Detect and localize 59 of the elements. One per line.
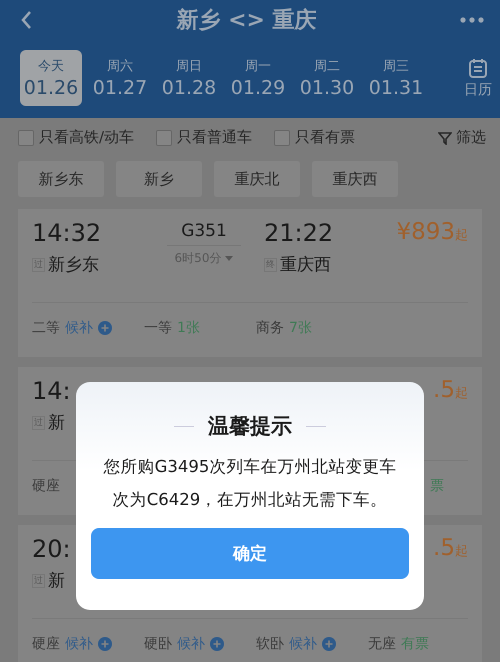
date-tab[interactable]: 今天 01.26 (20, 50, 82, 106)
date-tab[interactable]: 周六 01.27 (89, 50, 151, 106)
confirm-button[interactable]: 确定 (91, 528, 409, 579)
departure-station: 新乡东 (48, 254, 99, 276)
plus-icon[interactable] (98, 321, 112, 335)
station-chip[interactable]: 新乡 (116, 161, 202, 197)
checkbox[interactable] (18, 130, 34, 146)
funnel-icon (438, 130, 452, 144)
filter-button[interactable]: 筛选 (438, 128, 486, 147)
waitlist-link[interactable]: 候补 (65, 635, 93, 653)
price: .5起 (433, 377, 468, 403)
checkbox-label: 只看普通车 (177, 128, 252, 147)
price: ¥893起 (396, 219, 468, 245)
station-chip[interactable]: 重庆西 (312, 161, 398, 197)
dialog-message: 您所购G3495次列车在万州北站变更车次为C6429，在万州北站无需下车。 (102, 456, 398, 511)
caret-icon[interactable] (225, 256, 234, 261)
calendar-button[interactable]: 日历 (464, 58, 492, 98)
waitlist-link[interactable]: 候补 (177, 635, 205, 653)
departure-station: 新 (48, 412, 65, 434)
checkbox[interactable] (274, 130, 290, 146)
date-tab[interactable]: 周三 01.31 (365, 50, 427, 106)
seat-class: 无座 (368, 635, 396, 653)
seat-class: 软卧 (256, 635, 284, 653)
plus-icon[interactable] (322, 637, 336, 651)
date-tab[interactable]: 周日 01.28 (158, 50, 220, 106)
train-number: G351 (167, 219, 241, 246)
departure-time: 14: (32, 377, 72, 405)
departure-station: 新 (48, 570, 65, 592)
ticket-count: 7张 (289, 319, 312, 337)
date-tab[interactable]: 周一 01.29 (227, 50, 289, 106)
date-tab[interactable]: 周二 01.30 (296, 50, 358, 106)
checkbox-label: 只看有票 (295, 128, 356, 147)
checkbox-label: 只看高铁/动车 (39, 128, 134, 147)
departure-time: 14:32 (32, 219, 102, 247)
station-chip[interactable]: 重庆北 (214, 161, 300, 197)
checkbox[interactable] (156, 130, 172, 146)
arrival-time: 21:22 (264, 219, 334, 247)
ticket-count: 票 (430, 477, 444, 495)
page-title: 新乡 <> 重庆 (175, 7, 318, 35)
back-icon[interactable] (20, 10, 33, 30)
calendar-icon (468, 58, 488, 78)
ticket-count: 1张 (177, 319, 200, 337)
more-icon[interactable] (460, 16, 484, 24)
station-chip[interactable]: 新乡东 (18, 161, 104, 197)
departure-time: 20: (32, 535, 72, 563)
plus-icon[interactable] (210, 637, 224, 651)
seat-class: 商务 (256, 319, 284, 337)
seat-class: 硬座 (32, 477, 60, 495)
waitlist-link[interactable]: 候补 (65, 319, 93, 337)
plus-icon[interactable] (98, 637, 112, 651)
arrival-station: 重庆西 (280, 254, 331, 276)
ticket-count: 有票 (401, 635, 429, 653)
seat-class: 二等 (32, 319, 60, 337)
price: .5起 (433, 535, 468, 561)
dialog-title: 温馨提示 (208, 413, 292, 440)
seat-class: 硬座 (32, 635, 60, 653)
seat-class: 一等 (144, 319, 172, 337)
waitlist-link[interactable]: 候补 (289, 635, 317, 653)
seat-class: 硬卧 (144, 635, 172, 653)
